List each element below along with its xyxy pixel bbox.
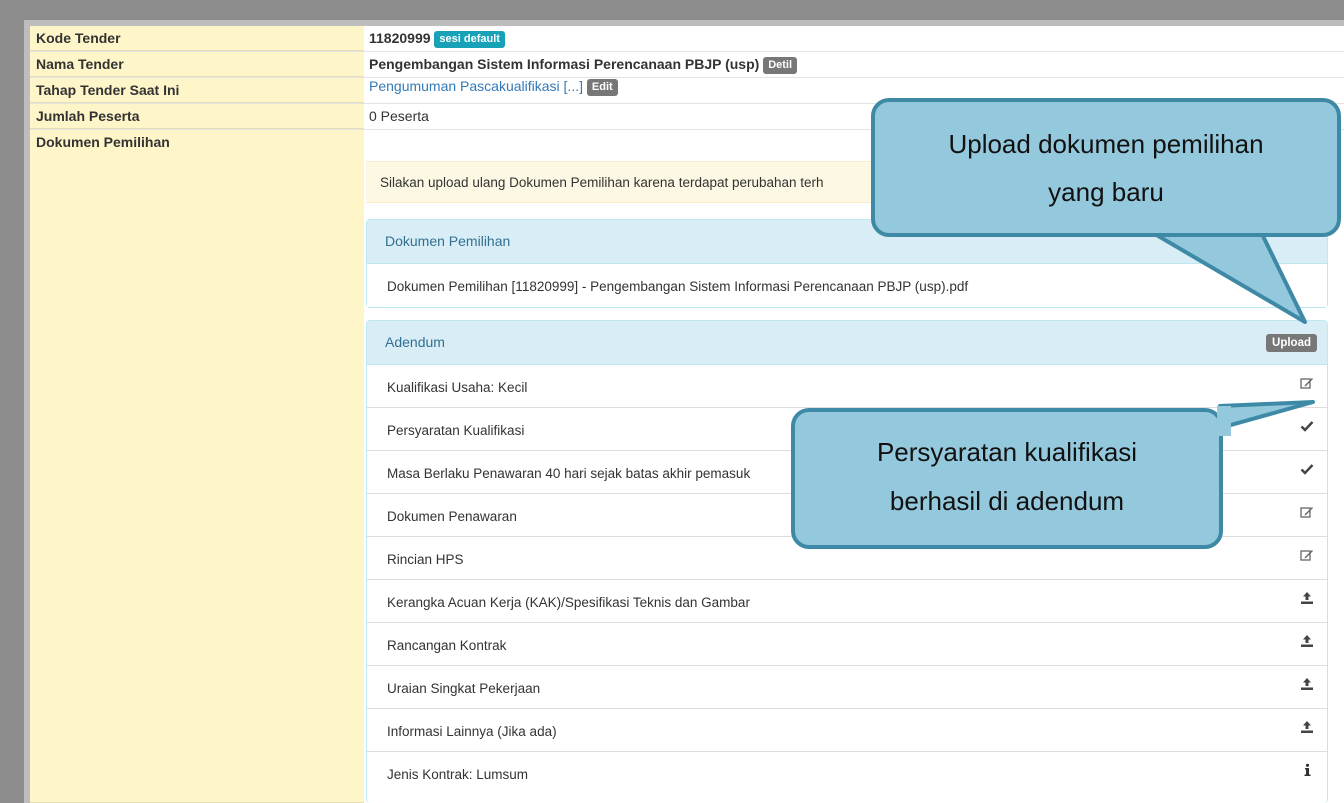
panel-adendum: Adendum Upload Kualifikasi Usaha: Kecil P… [366,320,1328,803]
adendum-item-label: Dokumen Penawaran [387,509,517,524]
dokumen-pemilihan-label: Dokumen Pemilihan [30,130,364,803]
kode-tender-value-cell: 11820999 sesi default [364,26,1344,51]
session-badge: sesi default [434,31,505,48]
edit-icon[interactable] [1299,548,1315,564]
callout-persyaratan-line2: berhasil di adendum [889,486,1125,516]
jumlah-peserta-label: Jumlah Peserta [30,104,364,129]
callout-upload-line2: yang baru [1048,177,1164,207]
tahap-tender-link[interactable]: Pengumuman Pascakualifikasi [...] [369,78,583,94]
upload-button[interactable]: Upload [1266,334,1317,352]
check-icon[interactable] [1299,462,1315,478]
adendum-item-label: Jenis Kontrak: Lumsum [387,767,529,782]
panel-adendum-title: Adendum [385,334,445,350]
callout-persyaratan-joint [1217,406,1231,436]
nama-tender-label: Nama Tender [30,52,364,77]
callout-upload-line1: Upload dokumen pemilihan [948,129,1264,159]
adendum-item-label: Masa Berlaku Penawaran 40 hari sejak bat… [387,466,751,481]
adendum-item[interactable]: Kerangka Acuan Kerja (KAK)/Spesifikasi T… [367,580,1327,623]
jumlah-peserta-value: 0 Peserta [369,108,429,124]
row-kode-tender: Kode Tender 11820999 sesi default [30,26,1344,52]
adendum-item-label: Rincian HPS [387,552,464,567]
upload-icon[interactable] [1299,720,1315,736]
callout-persyaratan-line1: Persyaratan kualifikasi [876,437,1138,467]
adendum-item-label: Informasi Lainnya (Jika ada) [387,724,557,739]
kode-tender-value: 11820999 [369,30,431,46]
upload-icon[interactable] [1299,677,1315,693]
upload-icon[interactable] [1299,591,1315,607]
row-nama-tender: Nama Tender Pengembangan Sistem Informas… [30,52,1344,78]
adendum-item-label: Rancangan Kontrak [387,638,507,653]
adendum-item-label: Persyaratan Kualifikasi [387,423,525,438]
edit-tahap-button[interactable]: Edit [586,79,618,96]
nama-tender-value: Pengembangan Sistem Informasi Perencanaa… [369,56,760,72]
adendum-item[interactable]: Jenis Kontrak: Lumsum [367,752,1327,795]
tahap-tender-label: Tahap Tender Saat Ini [30,78,364,103]
upload-icon[interactable] [1299,634,1315,650]
detil-button[interactable]: Detil [763,57,798,74]
adendum-item[interactable]: Rancangan Kontrak [367,623,1327,666]
adendum-item[interactable]: Kualifikasi Usaha: Kecil [367,365,1327,408]
kode-tender-label: Kode Tender [30,26,364,51]
info-icon[interactable] [1299,763,1315,779]
adendum-item[interactable]: Uraian Singkat Pekerjaan [367,666,1327,709]
adendum-item[interactable]: Informasi Lainnya (Jika ada) [367,709,1327,752]
callout-persyaratan: Persyaratan kualifikasi berhasil di aden… [791,408,1223,549]
adendum-item-label: Kerangka Acuan Kerja (KAK)/Spesifikasi T… [387,595,750,610]
nama-tender-value-cell: Pengembangan Sistem Informasi Perencanaa… [364,52,1344,77]
callout-upload-pointer [1146,226,1307,324]
adendum-item-label: Kualifikasi Usaha: Kecil [387,380,528,395]
callout-upload: Upload dokumen pemilihan yang baru [871,98,1341,237]
edit-icon[interactable] [1299,505,1315,521]
adendum-item-label: Uraian Singkat Pekerjaan [387,681,541,696]
